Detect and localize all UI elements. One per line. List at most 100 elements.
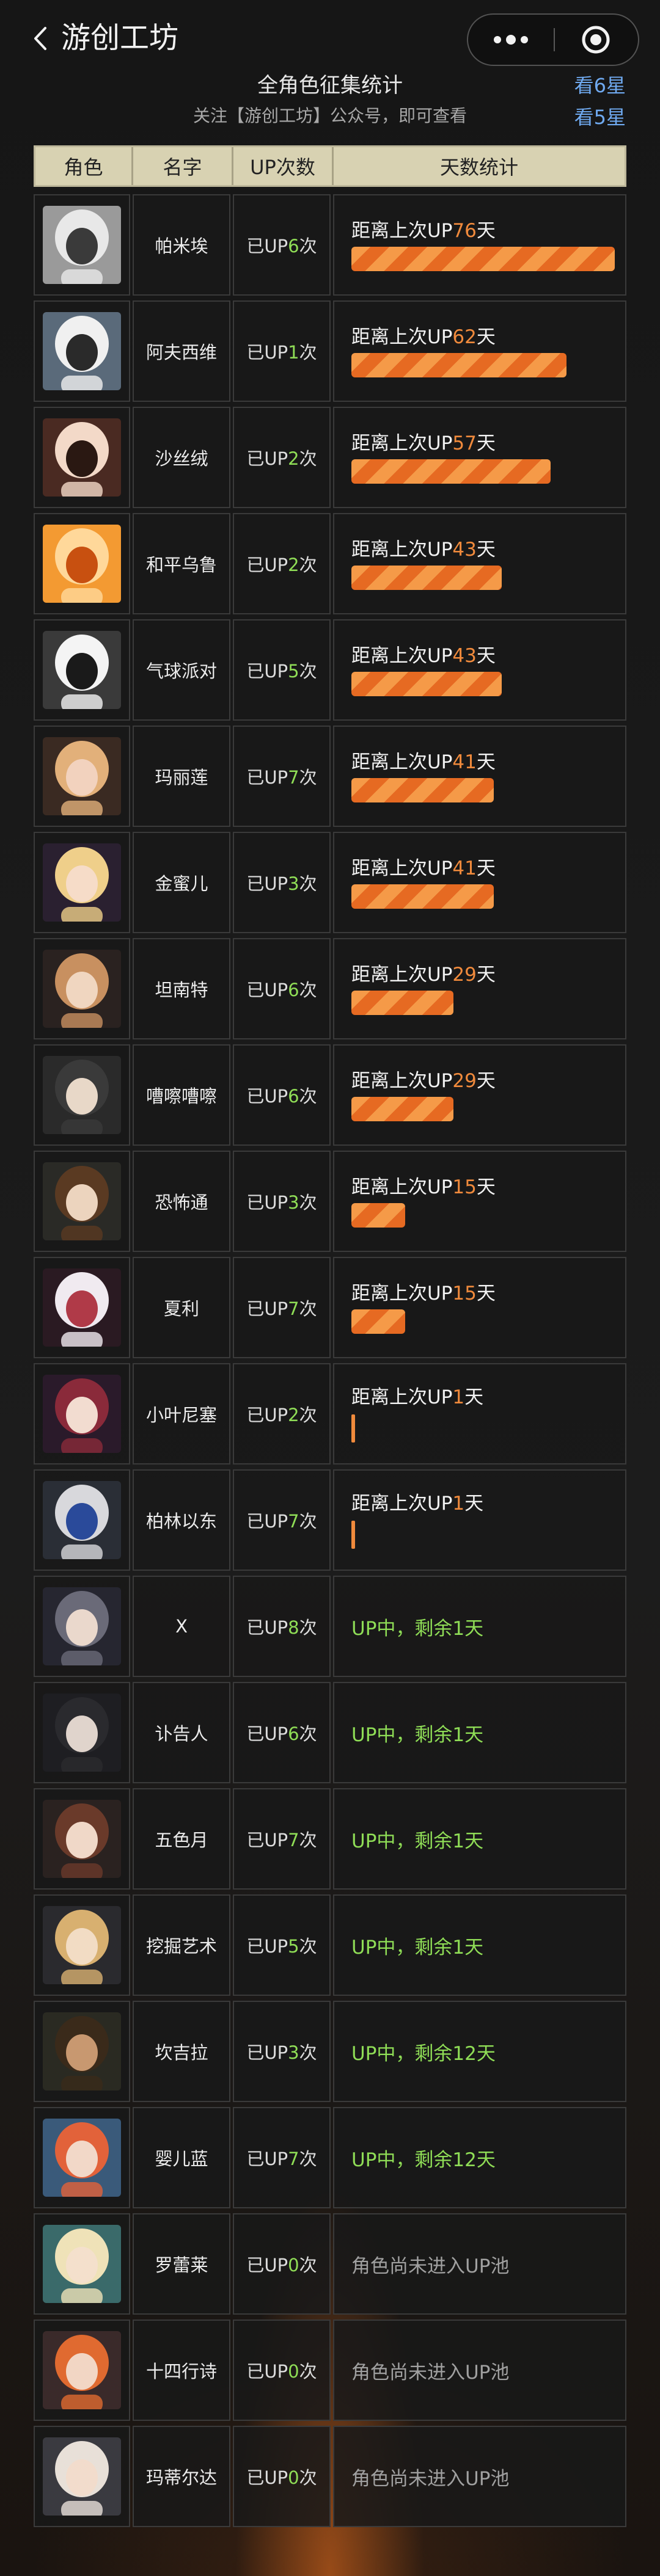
distance-prefix: 距离上次UP xyxy=(351,1493,453,1515)
distance-suffix: 天 xyxy=(476,220,496,242)
up-count-number: 3 xyxy=(288,1192,299,1213)
up-prefix: 已UP xyxy=(246,980,288,1000)
name-cell: 坦南特 xyxy=(133,938,230,1039)
up-count-cell: 已UP6次 xyxy=(233,1682,331,1783)
up-count-cell: 已UP8次 xyxy=(233,1576,331,1677)
avatar xyxy=(43,1056,121,1134)
distance-suffix: 天 xyxy=(476,1176,496,1198)
avatar xyxy=(43,2012,121,2090)
up-suffix: 次 xyxy=(299,1830,317,1850)
name-cell: 帕米埃 xyxy=(133,194,230,296)
days-stat-cell: 距离上次UP29天 xyxy=(333,938,626,1039)
up-prefix: 已UP xyxy=(246,1617,288,1638)
up-prefix: 已UP xyxy=(246,2148,288,2169)
days-stat-cell: 距离上次UP62天 xyxy=(333,300,626,402)
character-name: 金蜜儿 xyxy=(155,873,208,894)
up-count-text: 已UP0次 xyxy=(246,2251,317,2277)
up-prefix: 已UP xyxy=(246,342,288,363)
up-count-cell: 已UP0次 xyxy=(233,2319,331,2421)
avatar xyxy=(43,843,121,922)
name-cell: 金蜜儿 xyxy=(133,832,230,933)
more-options-button[interactable] xyxy=(468,15,554,65)
up-prefix: 已UP xyxy=(246,2361,288,2382)
distance-text: 距离上次UP41天 xyxy=(351,750,620,774)
days-stat: 角色尚未进入UP池 xyxy=(334,2357,509,2384)
app-title: 游创工坊 xyxy=(61,21,179,55)
not-yet-text: 角色尚未进入UP池 xyxy=(351,2361,510,2384)
avatar-cell xyxy=(34,619,130,721)
table-row: 帕米埃 已UP6次 距离上次UP76天 xyxy=(34,194,626,296)
up-count-text: 已UP5次 xyxy=(246,657,317,683)
avatar xyxy=(43,1587,121,1665)
up-count-text: 已UP2次 xyxy=(246,1401,317,1427)
distance-prefix: 距离上次UP xyxy=(351,1283,453,1304)
avatar xyxy=(43,2225,121,2303)
up-suffix: 次 xyxy=(299,1405,317,1425)
days-progress-bar xyxy=(351,353,566,377)
distance-text: 距离上次UP29天 xyxy=(351,1069,620,1093)
up-suffix: 次 xyxy=(299,2467,317,2488)
up-suffix: 次 xyxy=(299,767,317,788)
days-stat: 角色尚未进入UP池 xyxy=(334,2250,509,2278)
avatar xyxy=(43,737,121,815)
avatar xyxy=(43,2331,121,2409)
more-dots-icon xyxy=(494,35,528,45)
days-progress-bar xyxy=(351,459,551,484)
avatar-cell xyxy=(34,194,130,296)
up-count-text: 已UP2次 xyxy=(246,551,317,577)
distance-text: 距离上次UP62天 xyxy=(351,325,620,349)
view-5star-link[interactable]: 看5星 xyxy=(574,105,626,129)
up-count-text: 已UP1次 xyxy=(246,338,317,364)
column-header-role: 角色 xyxy=(35,147,133,185)
distance-prefix: 距离上次UP xyxy=(351,539,453,561)
avatar-cell xyxy=(34,2107,130,2208)
up-count-number: 7 xyxy=(288,1511,299,1532)
up-count-cell: 已UP5次 xyxy=(233,619,331,721)
up-count-number: 3 xyxy=(288,2042,299,2063)
days-progress-track xyxy=(351,1309,620,1334)
up-count-cell: 已UP6次 xyxy=(233,938,331,1039)
up-now-text: UP中，剩余12天 xyxy=(351,2148,496,2171)
up-count-cell: 已UP7次 xyxy=(233,1469,331,1571)
distance-suffix: 天 xyxy=(476,964,496,986)
up-prefix: 已UP xyxy=(246,661,288,682)
character-name: 和平乌鲁 xyxy=(145,555,217,575)
character-name: 沙丝绒 xyxy=(155,448,208,469)
days-number: 29 xyxy=(452,964,477,986)
name-cell: 坎吉拉 xyxy=(133,2001,230,2102)
view-6star-link[interactable]: 看6星 xyxy=(574,73,626,98)
table-row: 讣告人 已UP6次 UP中，剩余1天 xyxy=(34,1682,626,1783)
up-prefix: 已UP xyxy=(246,1723,288,1744)
distance-prefix: 距离上次UP xyxy=(351,645,453,667)
days-stat-cell: 距离上次UP76天 xyxy=(333,194,626,296)
avatar-cell xyxy=(34,1469,130,1571)
avatar-cell xyxy=(34,938,130,1039)
up-prefix: 已UP xyxy=(246,2255,288,2276)
character-name: 五色月 xyxy=(155,1830,208,1850)
table-row: 金蜜儿 已UP3次 距离上次UP41天 xyxy=(34,832,626,933)
days-stat: 距离上次UP1天 xyxy=(334,1385,483,1443)
page-subtitle: 关注【游创工坊】公众号，即可查看 xyxy=(193,106,467,126)
up-count-number: 6 xyxy=(288,1086,299,1107)
column-header-name: 名字 xyxy=(133,147,233,185)
up-count-cell: 已UP0次 xyxy=(233,2213,331,2315)
days-stat: 角色尚未进入UP池 xyxy=(334,2463,509,2490)
table-row: 玛蒂尔达 已UP0次 角色尚未进入UP池 xyxy=(34,2426,626,2527)
days-stat: 距离上次UP62天 xyxy=(334,325,620,377)
up-suffix: 次 xyxy=(299,1298,317,1319)
days-stat-cell: 距离上次UP57天 xyxy=(333,407,626,508)
days-progress-track xyxy=(351,353,620,377)
table-row: 罗蕾莱 已UP0次 角色尚未进入UP池 xyxy=(34,2213,626,2315)
up-count-text: 已UP7次 xyxy=(246,1507,317,1533)
days-stat: UP中，剩余1天 xyxy=(334,1719,483,1747)
up-now-text: UP中，剩余12天 xyxy=(351,2042,496,2065)
close-mini-program-button[interactable] xyxy=(555,15,638,65)
days-stat-cell: 距离上次UP1天 xyxy=(333,1363,626,1464)
days-stat-cell: UP中，剩余12天 xyxy=(333,2107,626,2208)
table-row: 气球派对 已UP5次 距离上次UP43天 xyxy=(34,619,626,721)
distance-suffix: 天 xyxy=(476,539,496,561)
up-prefix: 已UP xyxy=(246,555,288,575)
target-circle-icon xyxy=(582,26,610,54)
name-cell: X xyxy=(133,1576,230,1677)
back-arrow-icon[interactable] xyxy=(29,24,51,53)
